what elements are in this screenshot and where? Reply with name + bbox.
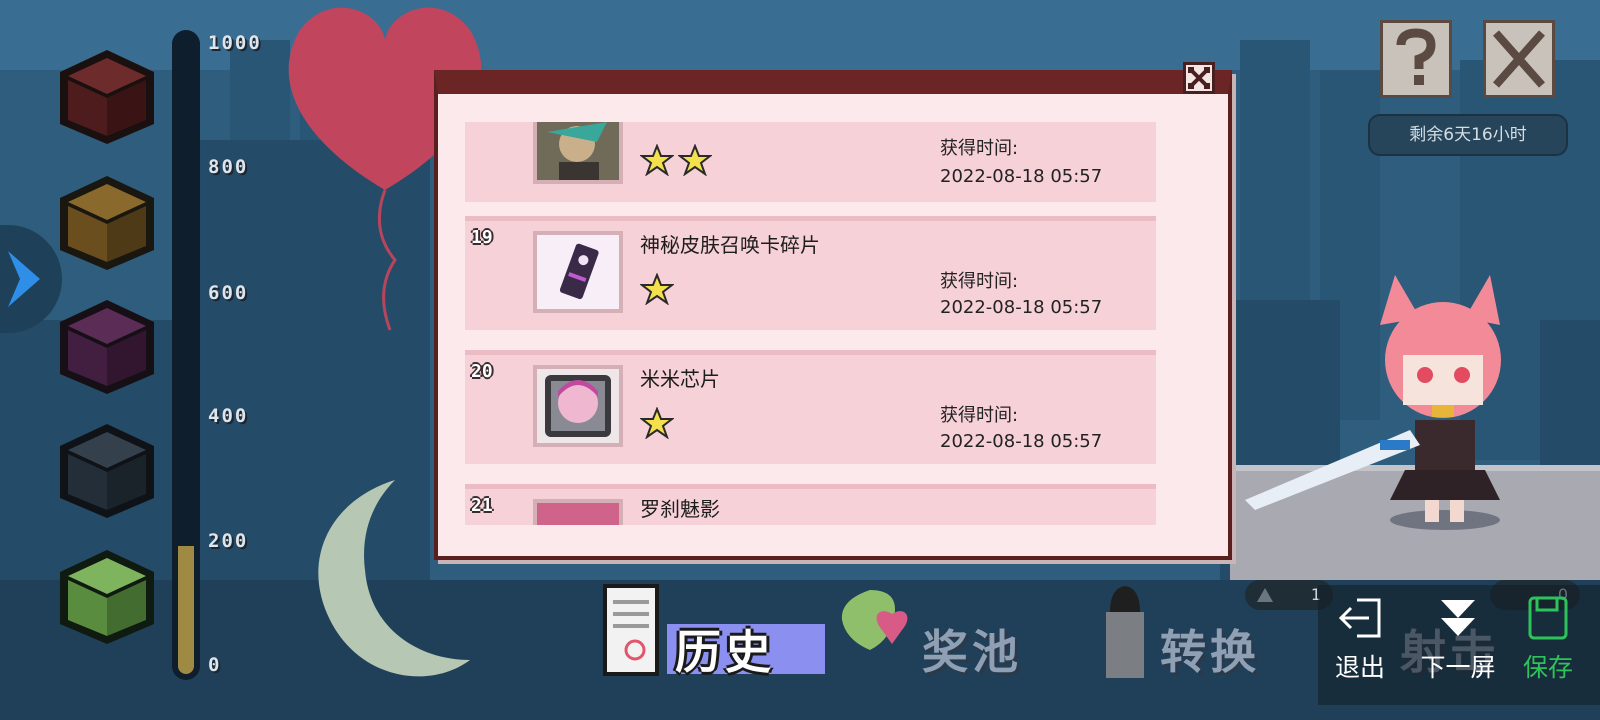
item-thumbnail xyxy=(533,231,623,313)
tab-pool[interactable]: 奖池 xyxy=(830,590,1050,680)
item-stars xyxy=(640,407,674,439)
progress-tick-600: 600 xyxy=(208,282,249,304)
progress-bar-fill xyxy=(178,546,194,674)
star-icon xyxy=(640,144,674,176)
save-icon xyxy=(1528,596,1568,640)
progress-tick-800: 800 xyxy=(208,156,249,178)
chest-green-icon[interactable] xyxy=(56,546,158,646)
side-panel-toggle[interactable] xyxy=(0,225,62,333)
history-list[interactable]: 获得时间: 2022-08-18 05:57 19 神秘皮肤召唤卡碎片 获得时间… xyxy=(465,122,1156,525)
obtained-time-label: 获得时间: xyxy=(940,405,1019,426)
item-thumbnail xyxy=(533,365,623,447)
save-button[interactable]: 保存 xyxy=(1506,594,1590,684)
item-index: 20 xyxy=(471,361,493,382)
star-icon xyxy=(640,273,674,305)
exit-button[interactable]: 退出 xyxy=(1318,594,1402,684)
tab-history[interactable]: 历史 xyxy=(597,584,825,680)
chest-dark-icon[interactable] xyxy=(56,420,158,520)
list-item: 20 米米芯片 获得时间: 2022-08-18 05:57 xyxy=(465,350,1156,464)
progress-tick-200: 200 xyxy=(208,530,249,552)
next-screen-label: 下一屏 xyxy=(1420,653,1496,682)
close-icon xyxy=(1188,67,1210,89)
remaining-time-badge: 剩余6天16小时 xyxy=(1368,114,1568,156)
star-icon xyxy=(640,407,674,439)
progress-tick-1000: 1000 xyxy=(208,32,262,54)
chest-gold-icon[interactable] xyxy=(56,172,158,272)
star-icon xyxy=(678,144,712,176)
item-name: 米米芯片 xyxy=(640,367,720,391)
ammo-icon xyxy=(1257,588,1273,602)
help-button[interactable] xyxy=(1380,20,1452,98)
chest-purple-icon[interactable] xyxy=(56,296,158,396)
obtained-time-value: 2022-08-18 05:57 xyxy=(940,297,1103,318)
item-name: 罗刹魅影 xyxy=(640,497,720,521)
tab-pool-label: 奖池 xyxy=(922,625,1022,679)
document-icon xyxy=(603,584,659,676)
list-item: 21 罗刹魅影 xyxy=(465,484,1156,525)
dialog-close-button[interactable] xyxy=(1183,62,1215,94)
progress-bar xyxy=(172,30,200,680)
item-stars xyxy=(640,144,712,176)
close-icon xyxy=(1493,30,1545,88)
item-name: 神秘皮肤召唤卡碎片 xyxy=(640,233,820,257)
tab-convert-label: 转换 xyxy=(1160,625,1260,679)
progress-tick-0: 0 xyxy=(208,654,222,676)
item-index: 19 xyxy=(471,227,493,248)
exit-game-button[interactable] xyxy=(1483,20,1555,98)
chest-red-icon[interactable] xyxy=(56,46,158,146)
exit-icon xyxy=(1338,598,1381,638)
list-item: 获得时间: 2022-08-18 05:57 xyxy=(465,122,1156,202)
obtained-time-value: 2022-08-18 05:57 xyxy=(940,166,1103,187)
tab-convert[interactable]: 转换 xyxy=(1100,586,1310,680)
obtained-time-value: 2022-08-18 05:57 xyxy=(940,431,1103,452)
double-chevron-down-icon xyxy=(1441,600,1475,636)
tab-history-label: 历史 xyxy=(675,625,775,679)
item-thumbnail xyxy=(533,122,623,184)
list-item: 19 神秘皮肤召唤卡碎片 获得时间: 2022-08-18 05:57 xyxy=(465,216,1156,330)
question-icon xyxy=(1396,28,1436,85)
exit-label: 退出 xyxy=(1334,653,1385,682)
obtained-time-label: 获得时间: xyxy=(940,138,1019,159)
save-label: 保存 xyxy=(1522,653,1573,682)
obtained-time-label: 获得时间: xyxy=(940,271,1019,292)
bullet-icon xyxy=(1106,586,1144,678)
item-thumbnail xyxy=(533,499,623,525)
item-index: 21 xyxy=(471,495,493,516)
progress-tick-400: 400 xyxy=(208,405,249,427)
chevron-right-icon xyxy=(8,251,40,307)
next-screen-button[interactable]: 下一屏 xyxy=(1410,594,1506,684)
item-stars xyxy=(640,273,674,305)
